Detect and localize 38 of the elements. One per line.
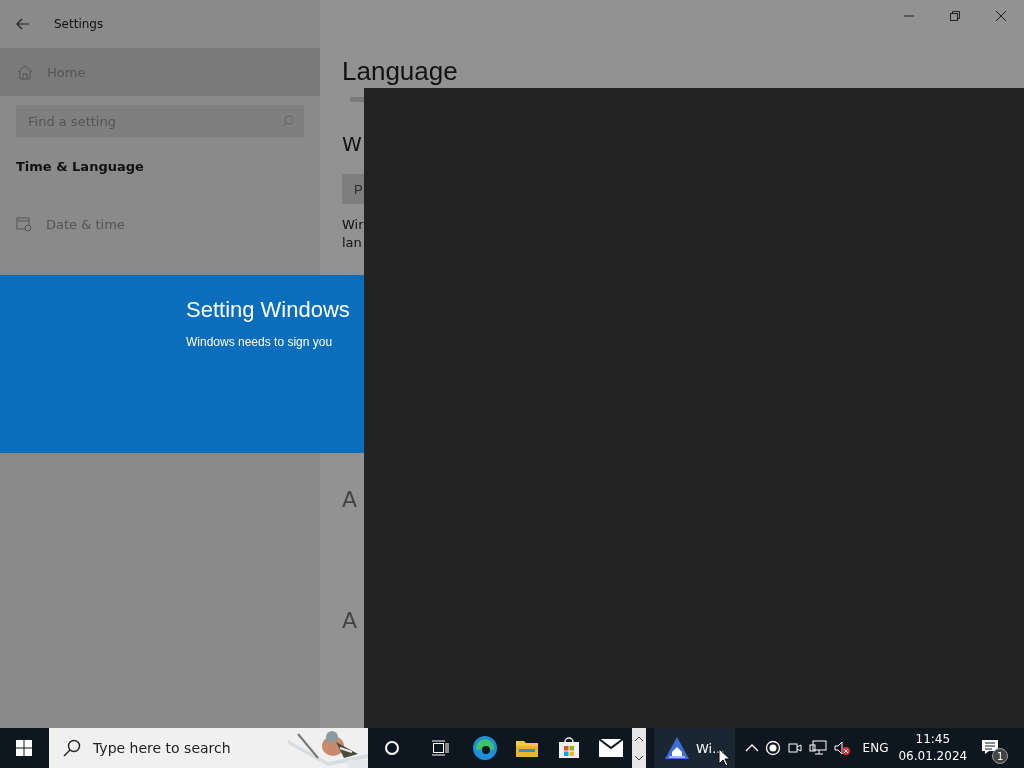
folder-icon[interactable] <box>515 738 539 758</box>
task-view-icon[interactable] <box>431 740 449 756</box>
browser-icon[interactable] <box>472 735 498 761</box>
home-icon <box>17 64 33 80</box>
description-text: lan <box>342 234 363 252</box>
section-title: Time & Language <box>16 159 145 174</box>
search-icon <box>63 739 81 757</box>
window-title: Settings <box>54 17 104 31</box>
store-icon[interactable] <box>558 737 580 759</box>
record-icon[interactable] <box>764 740 781 756</box>
description-text: Wir <box>342 216 365 234</box>
chevron-up-icon[interactable] <box>744 744 759 752</box>
page-title: Language <box>342 56 459 87</box>
banner-message: Windows needs to sign you <box>186 335 333 349</box>
language-icon: A <box>342 608 1024 633</box>
network-icon[interactable] <box>808 740 827 756</box>
language-button[interactable]: P <box>342 174 364 204</box>
back-icon[interactable] <box>16 18 30 30</box>
taskbar-search-field[interactable]: Type here to search <box>49 728 368 768</box>
restore-icon[interactable] <box>950 11 960 21</box>
section-heading: W <box>342 132 363 156</box>
language-indicator[interactable]: ENG <box>862 741 889 755</box>
notification-badge: 1 <box>992 748 1009 764</box>
house-icon <box>664 736 690 760</box>
camera-icon[interactable] <box>786 740 803 756</box>
notifications-icon[interactable] <box>981 739 1000 755</box>
mail-icon[interactable] <box>599 739 623 757</box>
taskbar-scroll-buttons[interactable] <box>632 728 646 768</box>
banner-title: Setting Windows <box>186 297 350 323</box>
windows-logo-icon[interactable] <box>16 740 32 756</box>
language-icon: A <box>342 487 1024 512</box>
clock[interactable]: 11:45 06.01.2024 <box>898 731 968 765</box>
taskbar-app[interactable]: Wi... <box>654 728 735 768</box>
close-icon[interactable] <box>996 11 1006 21</box>
calendar-icon <box>16 216 32 232</box>
cortana-icon[interactable] <box>384 740 400 756</box>
search-icon <box>281 114 294 128</box>
volume-muted-icon[interactable] <box>832 740 851 756</box>
